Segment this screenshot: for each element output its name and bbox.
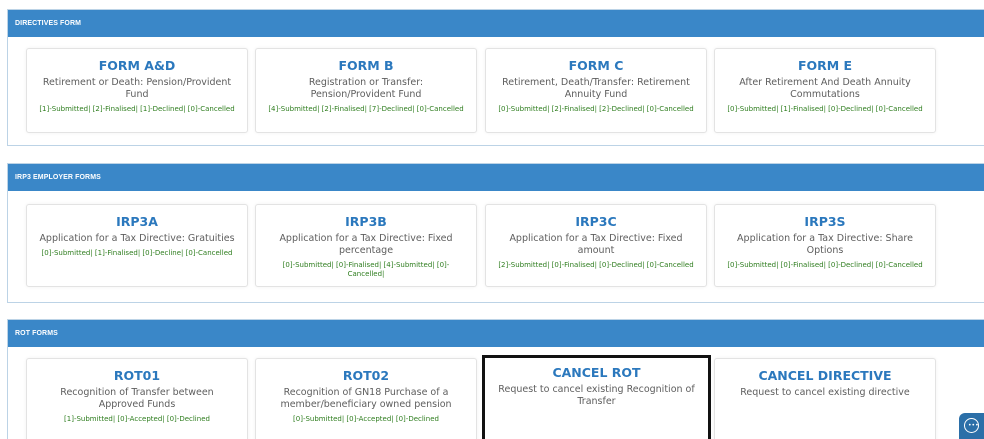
card-status: [0]-Submitted| [2]-Finalised| [2]-Declin… bbox=[498, 105, 694, 113]
card-title: IRP3A bbox=[116, 214, 158, 229]
form-c-card[interactable]: FORM C Retirement, Death/Transfer: Retir… bbox=[485, 48, 707, 133]
cancel-rot-card[interactable]: CANCEL ROT Request to cancel existing Re… bbox=[482, 355, 711, 439]
card-status: [1]-Submitted| [0]-Accepted| [0]-Decline… bbox=[64, 415, 210, 423]
card-description: Application for a Tax Directive: Fixed a… bbox=[509, 233, 683, 256]
form-ad-card[interactable]: FORM A&D Retirement or Death: Pension/Pr… bbox=[26, 48, 248, 133]
form-e-card[interactable]: FORM E After Retirement And Death Annuit… bbox=[714, 48, 936, 133]
section-header: IRP3 EMPLOYER FORMS bbox=[8, 164, 984, 191]
card-description: Application for a Tax Directive: Fixed p… bbox=[279, 233, 453, 256]
card-description: Request to cancel existing directive bbox=[740, 387, 910, 398]
chat-button[interactable]: ••• bbox=[959, 413, 984, 439]
card-status: [0]-Submitted| [0]-Finalised| [0]-Declin… bbox=[727, 261, 923, 269]
card-description: Request to cancel existing Recognition o… bbox=[498, 384, 695, 407]
card-title: IRP3C bbox=[575, 214, 617, 229]
card-description: Recognition of GN18 Purchase of a member… bbox=[280, 387, 452, 410]
card-status: [0]-Submitted| [0]-Accepted| [0]-Decline… bbox=[293, 415, 439, 423]
card-title: IRP3S bbox=[804, 214, 846, 229]
card-status: [1]-Submitted| [2]-Finalised| [1]-Declin… bbox=[39, 105, 235, 113]
irp3a-card[interactable]: IRP3A Application for a Tax Directive: G… bbox=[26, 204, 248, 287]
card-description: Registration or Transfer: Pension/Provid… bbox=[308, 77, 424, 100]
card-status: [2]-Submitted| [0]-Finalised| [0]-Declin… bbox=[498, 261, 694, 269]
card-description: Retirement or Death: Pension/Provident F… bbox=[42, 77, 232, 100]
card-title: ROT01 bbox=[113, 368, 161, 383]
card-title: CANCEL ROT bbox=[552, 365, 641, 380]
form-b-card[interactable]: FORM B Registration or Transfer: Pension… bbox=[255, 48, 477, 133]
card-title: CANCEL DIRECTIVE bbox=[758, 368, 892, 383]
card-status: [0]-Submitted| [1]-Finalised| [0]-Declin… bbox=[41, 249, 233, 257]
card-title: FORM E bbox=[797, 58, 853, 73]
card-title: FORM C bbox=[568, 58, 624, 73]
card-description: After Retirement And Death Annuity Commu… bbox=[739, 77, 911, 100]
card-status: [0]-Submitted| [0]-Finalised| [4]-Submit… bbox=[282, 261, 450, 278]
rot01-card[interactable]: ROT01 Recognition of Transfer between Ap… bbox=[26, 358, 248, 439]
card-title: FORM B bbox=[338, 58, 394, 73]
card-title: IRP3B bbox=[345, 214, 387, 229]
card-title: ROT02 bbox=[342, 368, 390, 383]
section-header: DIRECTIVES FORM bbox=[8, 10, 984, 37]
section-header: ROT FORMS bbox=[8, 320, 984, 347]
card-description: Recognition of Transfer between Approved… bbox=[60, 387, 214, 410]
cancel-directive-card[interactable]: CANCEL DIRECTIVE Request to cancel exist… bbox=[714, 358, 936, 439]
irp3c-card[interactable]: IRP3C Application for a Tax Directive: F… bbox=[485, 204, 707, 287]
card-description: Application for a Tax Directive: Gratuit… bbox=[39, 233, 235, 244]
card-status: [0]-Submitted| [1]-Finalised| [0]-Declin… bbox=[727, 105, 923, 113]
card-status: [4]-Submitted| [2]-Finalised| [7]-Declin… bbox=[268, 105, 464, 113]
card-description: Application for a Tax Directive: Share O… bbox=[737, 233, 913, 256]
card-title: FORM A&D bbox=[98, 58, 176, 73]
irp3s-card[interactable]: IRP3S Application for a Tax Directive: S… bbox=[714, 204, 936, 287]
card-description: Retirement, Death/Transfer: Retirement A… bbox=[502, 77, 690, 100]
chat-dots: ••• bbox=[968, 422, 979, 429]
irp3b-card[interactable]: IRP3B Application for a Tax Directive: F… bbox=[255, 204, 477, 287]
rot02-card[interactable]: ROT02 Recognition of GN18 Purchase of a … bbox=[255, 358, 477, 439]
